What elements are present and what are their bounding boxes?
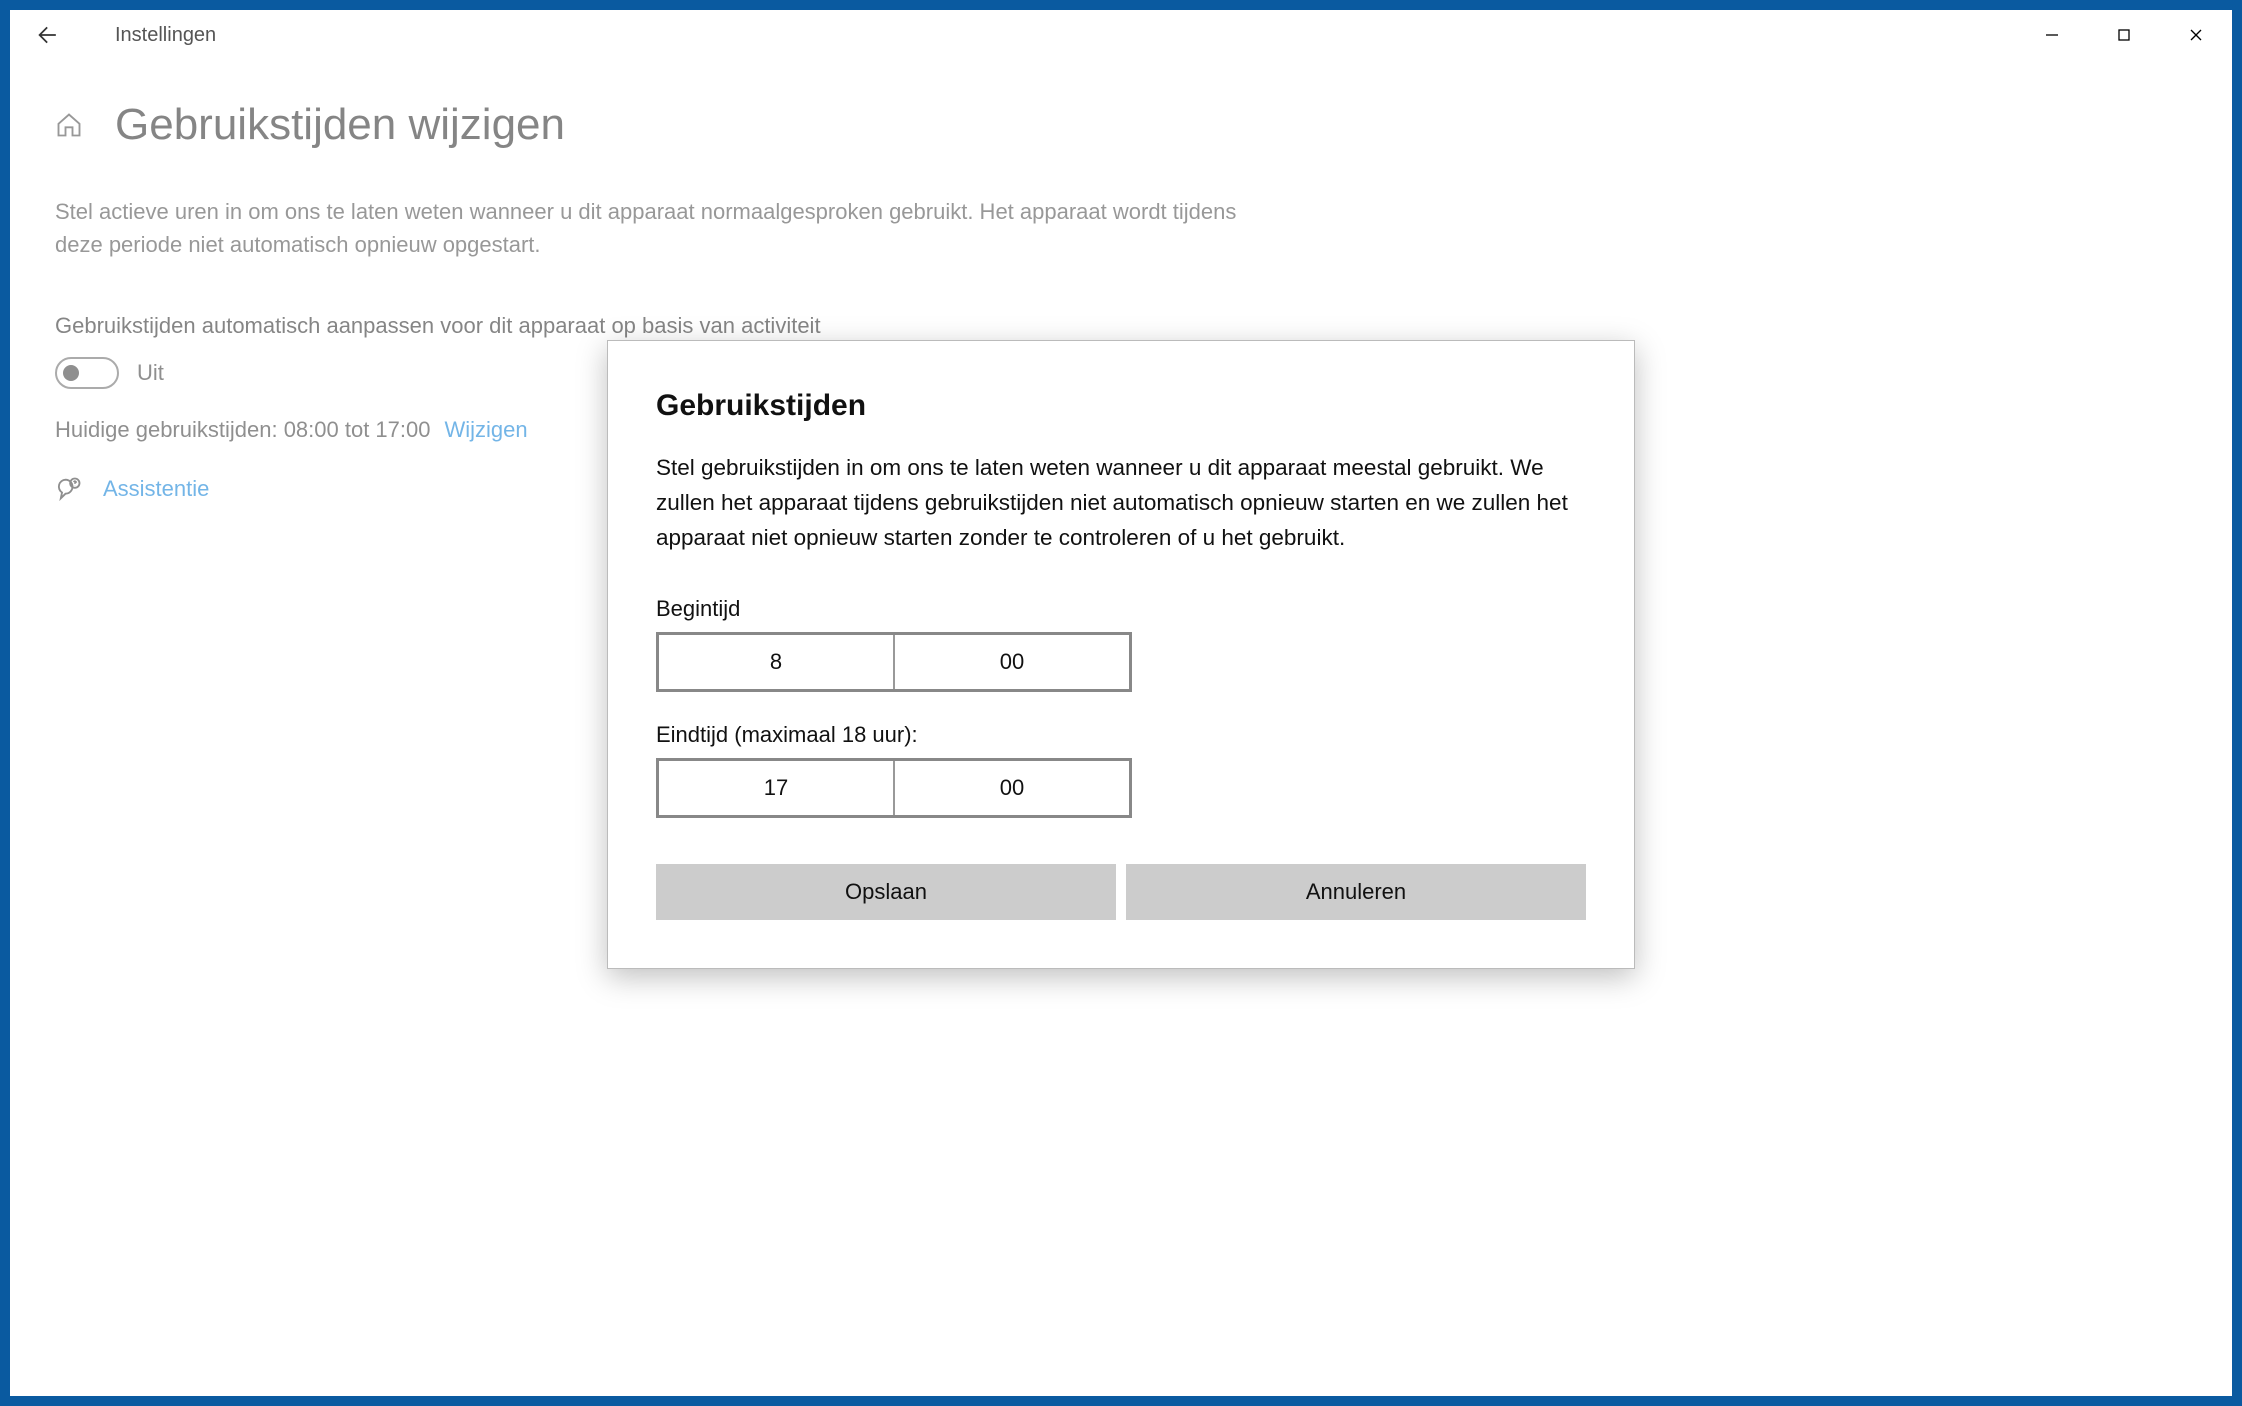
window-title: Instellingen [115,24,216,47]
titlebar-left: Instellingen [25,15,216,55]
toggle-state-label: Uit [137,360,164,386]
change-hours-link[interactable]: Wijzigen [444,417,527,443]
settings-window: Instellingen Gebruikstijden wijzigen Ste… [10,10,2232,1396]
start-time-label: Begintijd [656,596,1586,622]
current-hours-text: Huidige gebruikstijden: 08:00 tot 17:00 [55,417,430,443]
auto-adjust-toggle[interactable] [55,357,119,389]
save-button[interactable]: Opslaan [656,864,1116,920]
help-icon [55,475,83,503]
dialog-button-row: Opslaan Annuleren [656,864,1586,920]
dialog-title: Gebruikstijden [656,389,1586,423]
cancel-button[interactable]: Annuleren [1126,864,1586,920]
titlebar: Instellingen [10,10,2232,60]
close-button[interactable] [2160,10,2232,60]
dialog-description: Stel gebruikstijden in om ons te laten w… [656,451,1586,556]
window-controls [2016,10,2232,60]
maximize-button[interactable] [2088,10,2160,60]
maximize-icon [2116,27,2132,43]
page-title: Gebruikstijden wijzigen [115,100,565,150]
start-hour-cell[interactable]: 8 [659,635,895,689]
page-header: Gebruikstijden wijzigen [55,100,2187,150]
page-description: Stel actieve uren in om ons te laten wet… [55,195,1255,261]
start-time-picker: 8 00 [656,632,1132,692]
end-minute-cell[interactable]: 00 [895,761,1129,815]
toggle-knob [63,365,79,381]
active-hours-dialog: Gebruikstijden Stel gebruikstijden in om… [607,340,1635,969]
start-time-group: Begintijd 8 00 [656,596,1586,692]
minimize-button[interactable] [2016,10,2088,60]
start-minute-cell[interactable]: 00 [895,635,1129,689]
assist-link[interactable]: Assistentie [103,476,209,502]
end-time-picker: 17 00 [656,758,1132,818]
back-button[interactable] [25,15,65,55]
home-icon[interactable] [55,111,83,139]
minimize-icon [2044,27,2060,43]
end-hour-cell[interactable]: 17 [659,761,895,815]
back-arrow-icon [32,22,58,48]
end-time-label: Eindtijd (maximaal 18 uur): [656,722,1586,748]
close-icon [2188,27,2204,43]
end-time-group: Eindtijd (maximaal 18 uur): 17 00 [656,722,1586,818]
auto-adjust-label: Gebruikstijden automatisch aanpassen voo… [55,313,2187,339]
